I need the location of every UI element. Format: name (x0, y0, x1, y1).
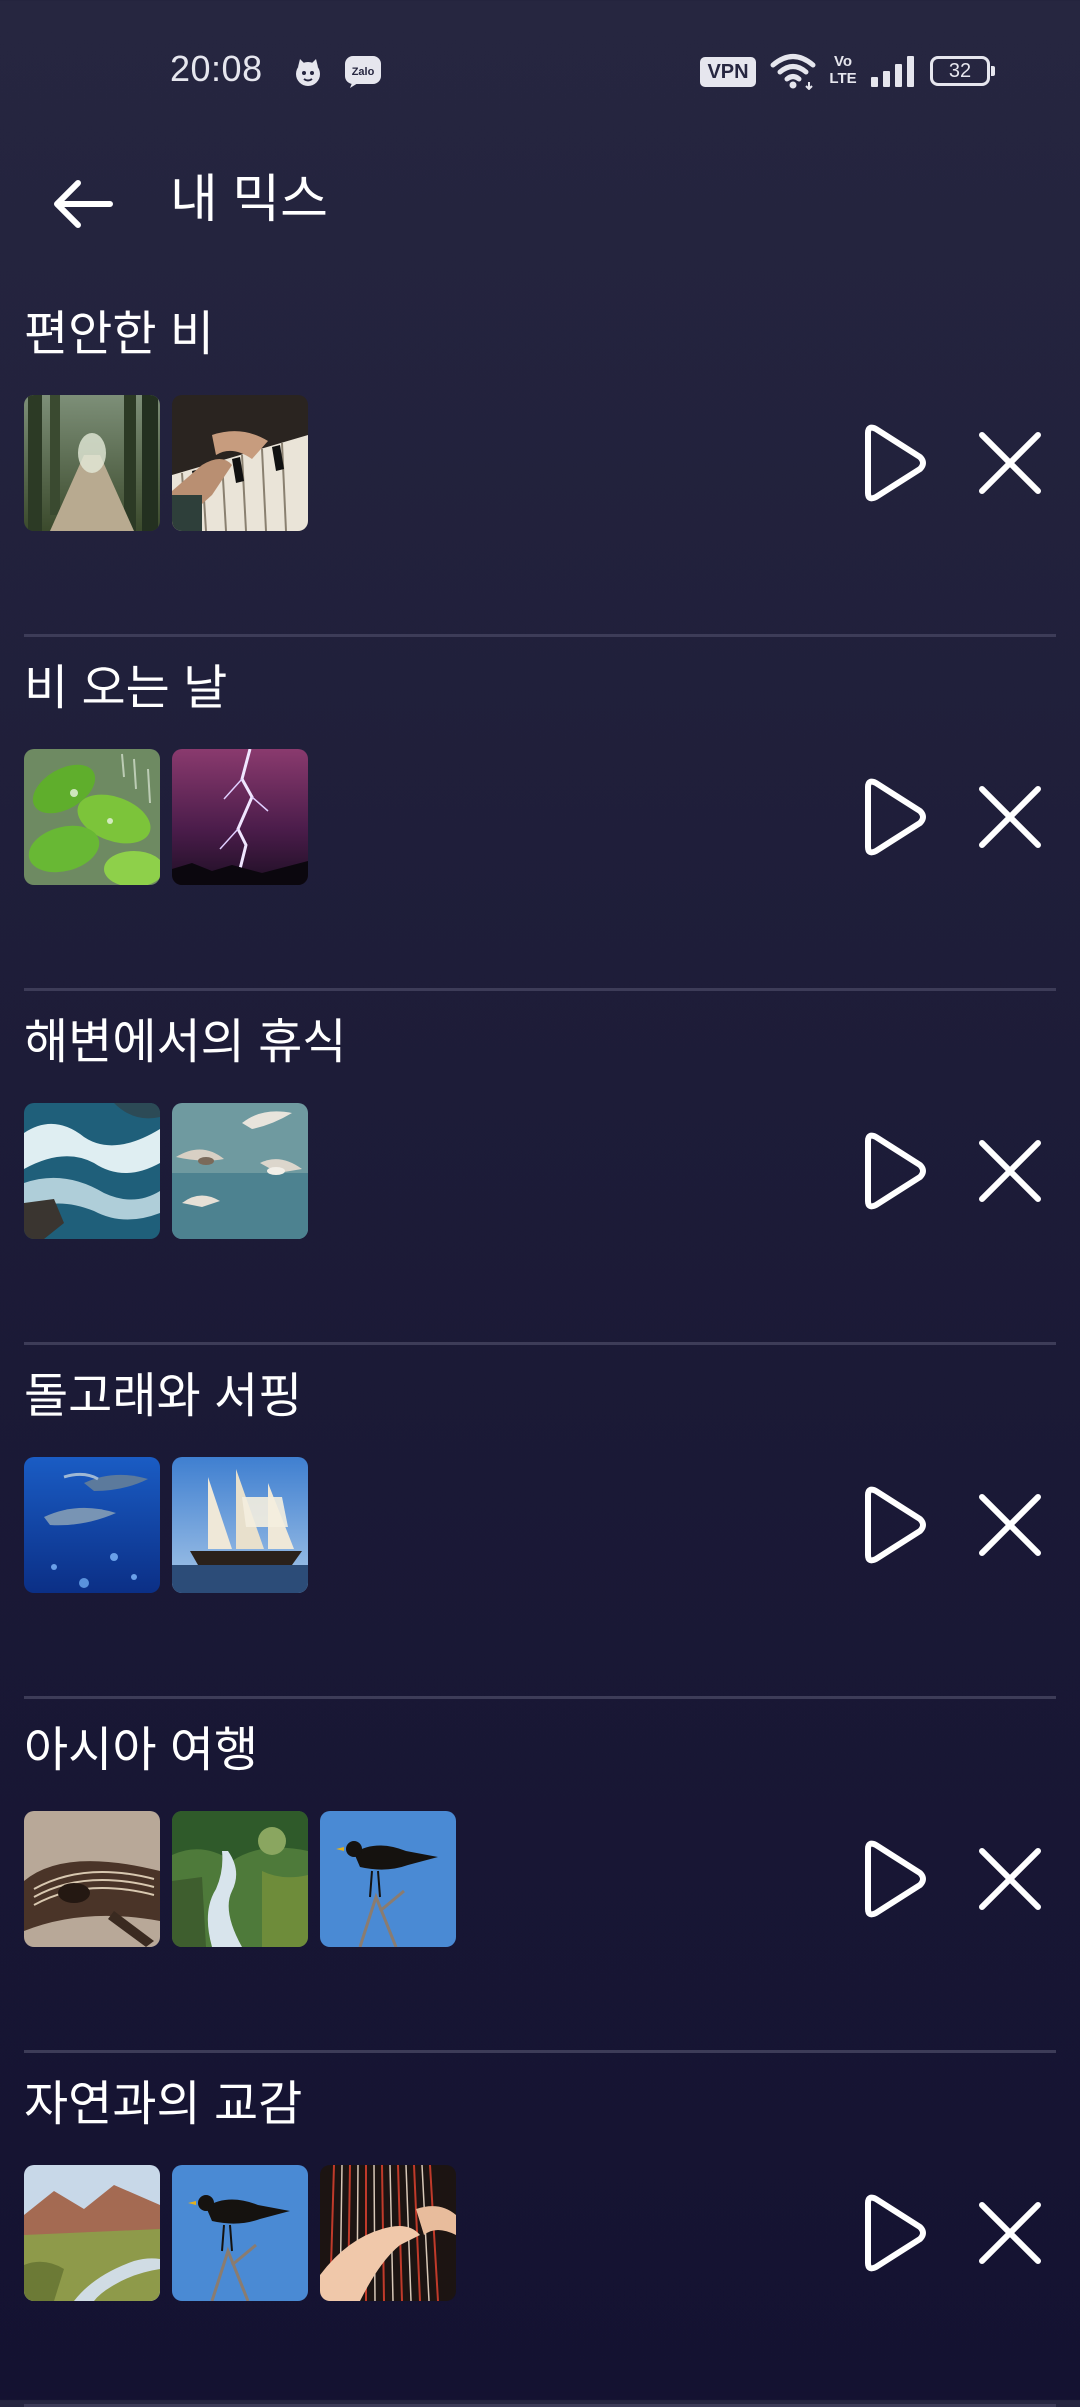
play-icon (865, 778, 926, 856)
arrow-left-icon (54, 180, 113, 228)
rain-leaves-thumbnail (24, 749, 160, 885)
mix-thumbnails (24, 1103, 308, 1239)
play-button[interactable] (854, 1127, 934, 1215)
mix-thumbnails (24, 2165, 456, 2301)
piano-hands-thumbnail (172, 395, 308, 531)
zalo-icon: Zalo (345, 56, 381, 88)
close-icon (979, 1494, 1041, 1556)
vpn-badge: VPN (700, 57, 756, 87)
back-button[interactable] (48, 168, 120, 240)
lightning-thumbnail (172, 749, 308, 885)
mix-list: 편안한 비 비 오는 날 해변에서의 휴식 돌고래와 서핑 아시아 여행 자연과… (0, 283, 1080, 2407)
close-icon (979, 432, 1041, 494)
remove-button[interactable] (974, 2197, 1046, 2269)
mix-thumbnails (24, 749, 308, 885)
mix-item: 비 오는 날 (24, 637, 1056, 991)
status-time: 20:08 (170, 48, 263, 89)
mix-title: 비 오는 날 (24, 662, 228, 715)
battery-icon: 32 (930, 56, 995, 86)
mix-thumbnails (24, 1811, 456, 1947)
mix-thumbnails (24, 395, 308, 531)
mix-title: 아시아 여행 (24, 1724, 259, 1777)
mix-item: 해변에서의 휴식 (24, 991, 1056, 1345)
remove-button[interactable] (974, 1489, 1046, 1561)
play-button[interactable] (854, 1835, 934, 1923)
close-icon (979, 786, 1041, 848)
wifi-icon (770, 54, 816, 90)
remove-button[interactable] (974, 1843, 1046, 1915)
close-icon (979, 2202, 1041, 2264)
play-button[interactable] (854, 419, 934, 507)
mix-title: 편안한 비 (24, 308, 214, 361)
harp-hands-thumbnail (320, 2165, 456, 2301)
remove-button[interactable] (974, 427, 1046, 499)
mix-item: 자연과의 교감 (24, 2053, 1056, 2407)
river-valley-thumbnail (24, 2165, 160, 2301)
play-icon (865, 1486, 926, 1564)
ocean-waves-thumbnail (24, 1103, 160, 1239)
blackbird-thumbnail (320, 1811, 456, 1947)
zither-thumbnail (24, 1811, 160, 1947)
close-icon (979, 1848, 1041, 1910)
mix-item: 돌고래와 서핑 (24, 1345, 1056, 1699)
play-icon (865, 1132, 926, 1210)
sailing-ship-thumbnail (172, 1457, 308, 1593)
mix-title: 자연과의 교감 (24, 2078, 303, 2131)
close-icon (979, 1140, 1041, 1202)
mix-title: 해변에서의 휴식 (24, 1016, 347, 1069)
signal-icon (871, 56, 914, 87)
forest-path-thumbnail (24, 395, 160, 531)
mix-item: 아시아 여행 (24, 1699, 1056, 2053)
mountain-stream-thumbnail (172, 1811, 308, 1947)
svg-text:Zalo: Zalo (352, 66, 375, 78)
page-title: 내 믹스 (170, 171, 328, 229)
play-button[interactable] (854, 773, 934, 861)
volte-indicator: Vo LTE (829, 53, 857, 87)
play-button[interactable] (854, 2189, 934, 2277)
remove-button[interactable] (974, 781, 1046, 853)
remove-button[interactable] (974, 1135, 1046, 1207)
dolphins-thumbnail (24, 1457, 160, 1593)
play-icon (865, 424, 926, 502)
blackbird-thumbnail (172, 2165, 308, 2301)
play-icon (865, 1840, 926, 1918)
play-button[interactable] (854, 1481, 934, 1569)
mix-title: 돌고래와 서핑 (24, 1370, 303, 1423)
mix-thumbnails (24, 1457, 308, 1593)
seagulls-thumbnail (172, 1103, 308, 1239)
mix-item: 편안한 비 (24, 283, 1056, 637)
play-icon (865, 2194, 926, 2272)
status-bar: 20:08 Zalo VPN Vo LTE 32 (0, 0, 1080, 140)
cat-notification-icon (296, 59, 320, 86)
